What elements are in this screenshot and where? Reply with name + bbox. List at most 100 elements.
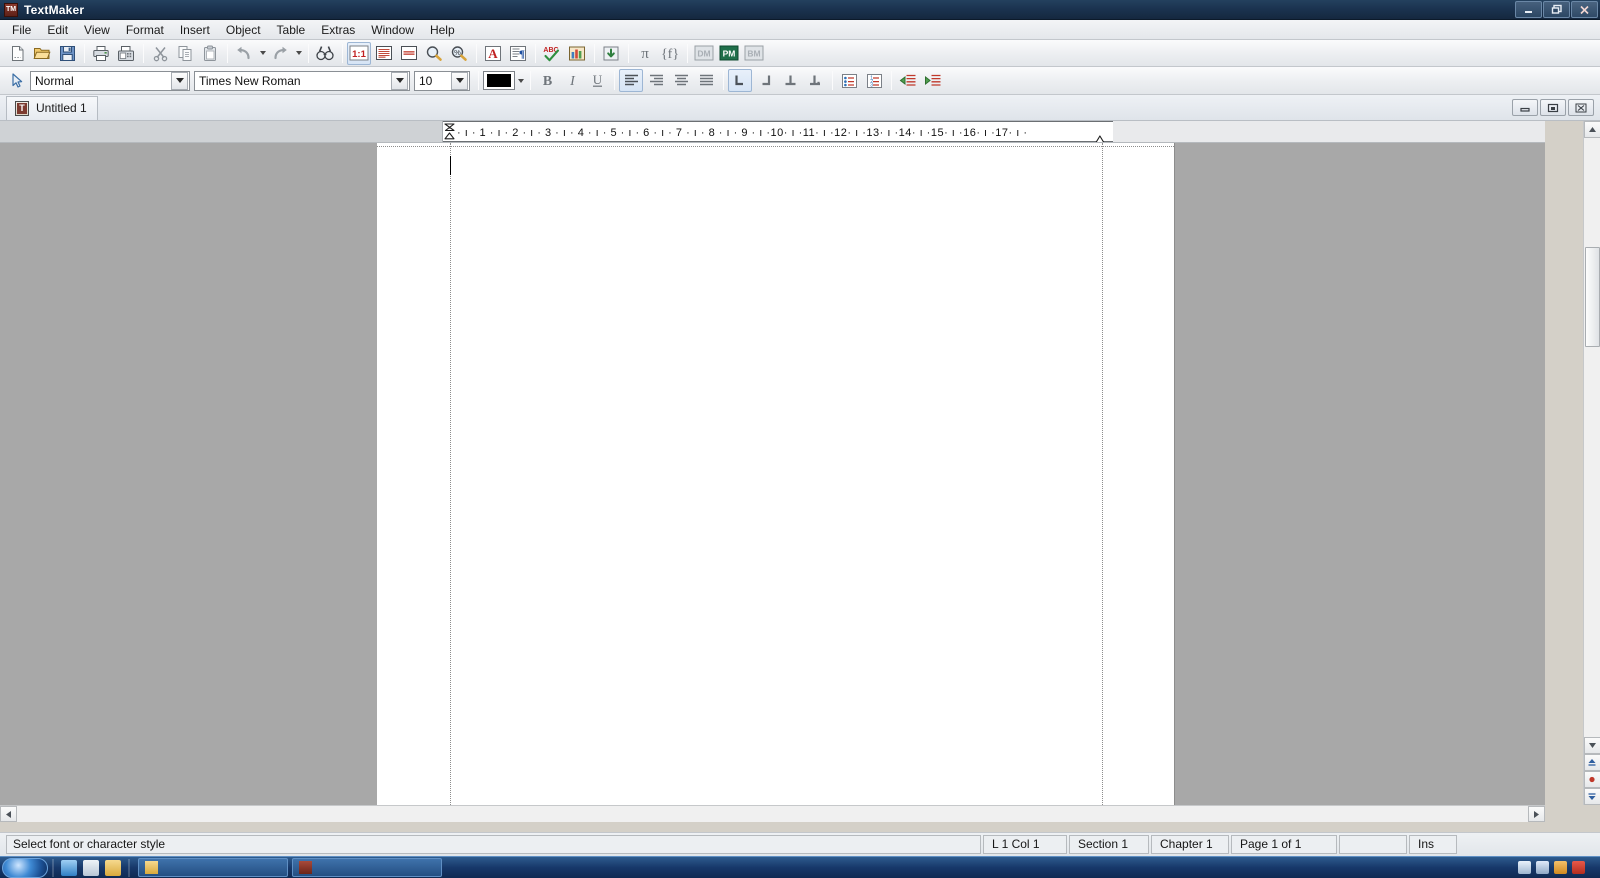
menu-object[interactable]: Object	[218, 21, 269, 39]
copy-icon[interactable]	[173, 42, 197, 65]
indent-marker[interactable]	[444, 123, 455, 140]
start-button[interactable]	[2, 857, 48, 878]
increase-indent-icon[interactable]	[921, 69, 945, 92]
quick-launch-media[interactable]	[83, 859, 99, 876]
horizontal-scrollbar[interactable]	[0, 805, 1545, 822]
scroll-down-icon[interactable]	[1583, 737, 1600, 754]
horizontal-ruler[interactable]: · ı · 1 · ı · 2 · ı · 3 · ı · 4 · ı · 5 …	[0, 121, 1545, 143]
menu-format[interactable]: Format	[118, 21, 172, 39]
quick-launch-explorer[interactable]	[105, 859, 121, 876]
one-to-one-icon[interactable]: 1:1	[347, 41, 371, 65]
tray-icon-volume[interactable]	[1536, 861, 1549, 874]
magnifier-percent-icon[interactable]: %	[447, 42, 471, 65]
taskbar-item-textmaker[interactable]	[292, 858, 442, 877]
undo-dropdown-arrow-icon[interactable]	[257, 42, 268, 65]
magnifier-icon[interactable]	[422, 42, 446, 65]
italic-icon[interactable]: I	[560, 69, 584, 92]
bm-icon[interactable]: BM	[742, 42, 766, 65]
chevron-down-icon[interactable]	[451, 71, 468, 90]
letter-a-icon[interactable]: A	[481, 42, 505, 65]
tray-icon-shield[interactable]	[1554, 861, 1567, 874]
toolbar-separator	[594, 43, 595, 63]
printer-icon[interactable]	[89, 42, 113, 65]
tab-center-icon[interactable]	[778, 69, 802, 92]
minimize-icon[interactable]	[1515, 1, 1542, 18]
binoculars-icon[interactable]	[313, 42, 337, 65]
ruler-scale[interactable]: · ı · 1 · ı · 2 · ı · 3 · ı · 4 · ı · 5 …	[443, 121, 1113, 142]
scroll-up-icon[interactable]	[1583, 121, 1600, 138]
new-document-icon[interactable]	[5, 42, 29, 65]
menu-file[interactable]: File	[4, 21, 39, 39]
taskbar-item-explorer[interactable]	[138, 858, 288, 877]
undo-arrow-icon[interactable]	[232, 42, 256, 65]
redo-dropdown-arrow-icon[interactable]	[293, 42, 304, 65]
menu-insert[interactable]: Insert	[172, 21, 218, 39]
document-minimize-icon[interactable]	[1512, 99, 1538, 116]
vertical-scroll-thumb[interactable]	[1584, 247, 1600, 347]
pm-icon[interactable]: PM	[717, 42, 741, 65]
font-color-button[interactable]	[483, 71, 515, 90]
menu-window[interactable]: Window	[363, 21, 422, 39]
open-folder-icon[interactable]	[30, 42, 54, 65]
next-page-icon[interactable]	[1583, 788, 1600, 805]
svg-text:A: A	[488, 46, 498, 61]
numbered-list-icon[interactable]: 1 2 3	[862, 69, 886, 92]
status-insert-mode[interactable]: Ins	[1409, 835, 1457, 854]
paragraph-mark-icon[interactable]: ¶	[506, 42, 530, 65]
function-braces-icon[interactable]: {f}	[658, 42, 682, 65]
font-name-combo[interactable]: Times New Roman	[194, 70, 410, 91]
scissors-icon[interactable]	[148, 42, 172, 65]
menu-edit[interactable]: Edit	[39, 21, 76, 39]
align-center-icon[interactable]	[669, 69, 693, 92]
page-width-icon[interactable]	[372, 42, 396, 65]
chevron-down-icon[interactable]	[391, 71, 408, 90]
vertical-scrollbar[interactable]	[1583, 121, 1600, 805]
font-size-combo[interactable]: 10	[414, 70, 470, 91]
clipboard-paste-icon[interactable]	[198, 42, 222, 65]
bullet-list-icon[interactable]	[837, 69, 861, 92]
quick-launch-browser[interactable]	[61, 859, 77, 876]
object-arrow-icon[interactable]	[599, 42, 623, 65]
paragraph-style-combo[interactable]: Normal	[30, 70, 190, 91]
tab-left-icon[interactable]	[728, 69, 752, 92]
menu-help[interactable]: Help	[422, 21, 463, 39]
align-justify-icon[interactable]	[694, 69, 718, 92]
mouse-pointer-icon[interactable]	[5, 69, 29, 92]
fax-icon[interactable]	[114, 42, 138, 65]
right-indent-marker[interactable]	[1095, 131, 1105, 142]
dm-icon[interactable]: DM	[692, 42, 716, 65]
align-left-icon[interactable]	[619, 69, 643, 92]
bold-icon[interactable]: B	[535, 69, 559, 92]
menu-extras[interactable]: Extras	[313, 21, 363, 39]
scroll-right-icon[interactable]	[1528, 806, 1545, 822]
menu-table[interactable]: Table	[269, 21, 314, 39]
pi-symbol-icon[interactable]: π	[633, 42, 657, 65]
abc-check-icon[interactable]: ABC	[540, 42, 564, 65]
decrease-indent-icon[interactable]	[896, 69, 920, 92]
tray-icon-flag[interactable]	[1572, 861, 1585, 874]
tab-decimal-icon[interactable]	[803, 69, 827, 92]
previous-page-icon[interactable]	[1583, 754, 1600, 771]
menu-view[interactable]: View	[76, 21, 118, 39]
document-tab[interactable]: Untitled 1	[6, 95, 98, 120]
scroll-left-icon[interactable]	[0, 806, 17, 822]
document-canvas[interactable]	[0, 143, 1545, 805]
close-icon[interactable]	[1571, 1, 1598, 18]
browse-object-icon[interactable]	[1583, 771, 1600, 788]
restore-icon[interactable]	[1543, 1, 1570, 18]
document-restore-icon[interactable]	[1540, 99, 1566, 116]
font-color-dropdown-arrow-icon[interactable]	[515, 69, 526, 92]
chevron-down-icon[interactable]	[171, 71, 188, 90]
whole-page-icon[interactable]	[397, 42, 421, 65]
tray-icon-network[interactable]	[1518, 861, 1531, 874]
tab-right-icon[interactable]	[753, 69, 777, 92]
floppy-disk-icon[interactable]	[55, 42, 79, 65]
right-margin-guide	[1102, 143, 1103, 805]
align-right-icon[interactable]	[644, 69, 668, 92]
window-titlebar[interactable]: TM TextMaker	[0, 0, 1600, 20]
document-close-icon[interactable]	[1568, 99, 1594, 116]
underline-icon[interactable]: U	[585, 69, 609, 92]
bar-chart-icon[interactable]	[565, 42, 589, 65]
document-page[interactable]	[377, 143, 1175, 805]
redo-arrow-icon[interactable]	[268, 42, 292, 65]
